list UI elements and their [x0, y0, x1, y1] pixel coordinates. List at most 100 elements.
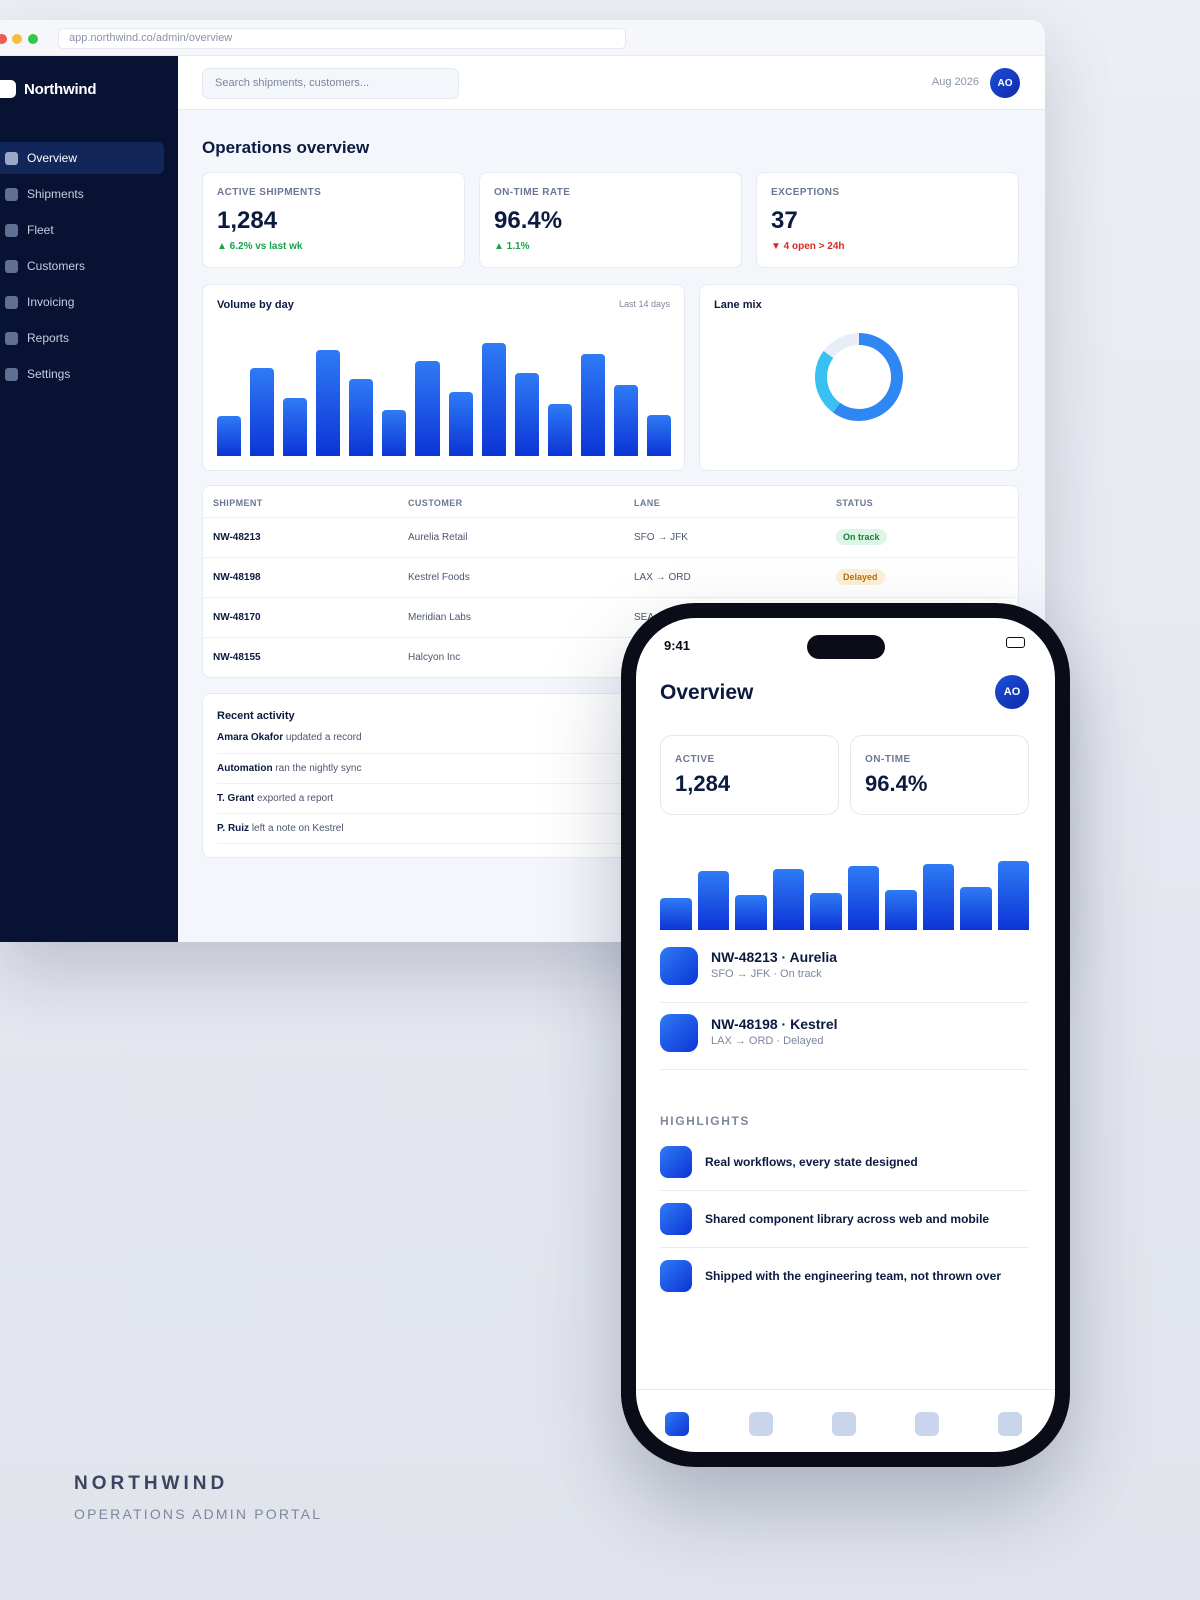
chart-bar	[660, 898, 692, 930]
lane: SFO → JFK	[634, 532, 688, 543]
kpi-delta: ▼ 4 open > 24h	[771, 241, 845, 252]
chart-bar	[697, 870, 729, 930]
activity-item[interactable]: Amara Okafor updated a record	[217, 724, 637, 754]
activity-action: ran the nightly sync	[275, 763, 362, 774]
tab-bar	[636, 1389, 1055, 1452]
overview-icon	[5, 151, 18, 165]
sidebar-item-settings[interactable]: Settings	[0, 358, 164, 390]
avatar[interactable]: AO	[995, 675, 1029, 709]
chart-bar	[735, 895, 767, 930]
sidebar-item-label: Overview	[27, 151, 78, 165]
chart-bar	[922, 864, 954, 930]
kpi-label: ACTIVE SHIPMENTS	[217, 187, 322, 198]
kpi-label: ON-TIME	[865, 754, 911, 765]
phone-bar-chart	[660, 856, 1029, 930]
chart-bar	[415, 361, 440, 456]
lane-mix-card: Lane mix	[699, 284, 1019, 471]
sidebar-item-fleet[interactable]: Fleet	[0, 214, 164, 246]
highlight-text: Shipped with the engineering team, not t…	[705, 1269, 1002, 1283]
shipment-id: NW-48213	[213, 532, 261, 543]
customer-name: Meridian Labs	[408, 612, 471, 623]
chart-title: Lane mix	[714, 299, 762, 311]
chart-bar	[349, 379, 374, 456]
activity-item[interactable]: P. Ruiz left a note on Kestrel	[217, 814, 637, 844]
activity-item[interactable]: Automation ran the nightly sync	[217, 754, 637, 784]
highlight-text: Real workflows, every state designed	[705, 1155, 918, 1169]
chart-bar	[810, 893, 842, 930]
column-header-customer[interactable]: CUSTOMER	[408, 498, 463, 508]
close-window-button[interactable]	[0, 34, 7, 44]
shipment-id: NW-48170	[213, 612, 261, 623]
tab-home-icon[interactable]	[665, 1412, 689, 1436]
kpi-label: ACTIVE	[675, 754, 715, 765]
chart-bar	[772, 868, 804, 930]
table-header: SHIPMENT CUSTOMER LANE STATUS	[203, 486, 1018, 518]
kpi-value: 96.4%	[494, 207, 563, 234]
column-header-lane[interactable]: LANE	[634, 498, 660, 508]
activity-actor: Amara Okafor	[217, 732, 284, 743]
kpi-card-active-shipments: ACTIVE SHIPMENTS 1,284 ▲ 6.2% vs last wk	[202, 172, 465, 268]
topbar: Search shipments, customers... Aug 2026 …	[178, 56, 1045, 110]
kpi-label: EXCEPTIONS	[771, 187, 840, 198]
highlight-icon	[660, 1146, 692, 1178]
activity-item[interactable]: T. Grant exported a report	[217, 784, 637, 814]
sidebar-item-shipments[interactable]: Shipments	[0, 178, 164, 210]
activity-actor: T. Grant	[217, 793, 255, 804]
activity-actor: Automation	[217, 763, 273, 774]
sidebar-item-label: Fleet	[27, 223, 54, 237]
kpi-value: 1,284	[675, 771, 731, 796]
chart-bar	[316, 350, 341, 456]
fleet-icon	[5, 223, 18, 237]
lane-mix-donut	[815, 333, 903, 421]
reports-icon	[5, 331, 18, 345]
chart-bar	[250, 368, 275, 456]
phone-kpi-on-time: ON-TIME 96.4%	[850, 735, 1029, 815]
list-item[interactable]: NW-48213 · Aurelia SFO → JFK · On track	[660, 936, 1029, 1003]
column-header-shipment[interactable]: SHIPMENT	[213, 498, 263, 508]
activity-action: left a note on Kestrel	[251, 823, 344, 834]
tab-settings-icon[interactable]	[998, 1412, 1022, 1436]
search-input[interactable]: Search shipments, customers...	[202, 68, 459, 99]
brand[interactable]: Northwind	[0, 80, 97, 98]
chart-bar	[217, 416, 242, 456]
kpi-delta: ▲ 6.2% vs last wk	[217, 241, 303, 252]
minimize-window-button[interactable]	[12, 34, 22, 44]
browser-chrome: app.northwind.co/admin/overview	[0, 20, 1045, 56]
avatar[interactable]: AO	[990, 68, 1020, 98]
customer-name: Halcyon Inc	[408, 652, 461, 663]
phone-screen: 9:41 Overview AO ACTIVE 1,284 ON-TIME 96…	[636, 618, 1055, 1452]
list-item[interactable]: NW-48198 · Kestrel LAX → ORD · Delayed	[660, 1003, 1029, 1070]
chart-bar	[448, 392, 473, 456]
activity-title: Recent activity	[217, 710, 295, 722]
address-bar[interactable]: app.northwind.co/admin/overview	[58, 28, 626, 49]
highlight-item: Shared component library across web and …	[660, 1191, 1029, 1248]
sidebar: Northwind Overview Shipments Fleet Custo…	[0, 56, 178, 942]
brand-name: Northwind	[24, 80, 97, 98]
column-header-status[interactable]: STATUS	[836, 498, 873, 508]
maximize-window-button[interactable]	[28, 34, 38, 44]
logo-icon	[0, 80, 16, 98]
sidebar-item-overview[interactable]: Overview	[0, 142, 164, 174]
sidebar-item-invoicing[interactable]: Invoicing	[0, 286, 164, 318]
phone-page-title: Overview	[660, 681, 754, 704]
table-row[interactable]: NW-48198 Kestrel Foods LAX → ORD Delayed	[203, 558, 1018, 598]
highlight-icon	[660, 1260, 692, 1292]
chart-bar	[613, 385, 639, 456]
sidebar-item-label: Customers	[27, 259, 86, 273]
dynamic-island	[807, 635, 885, 659]
highlight-item: Shipped with the engineering team, not t…	[660, 1248, 1029, 1305]
chart-range-label[interactable]: Last 14 days	[619, 299, 670, 309]
tab-reports-icon[interactable]	[915, 1412, 939, 1436]
kpi-value: 37	[771, 207, 798, 234]
tab-shipments-icon[interactable]	[749, 1412, 773, 1436]
tab-fleet-icon[interactable]	[832, 1412, 856, 1436]
customer-name: Kestrel Foods	[408, 572, 470, 583]
volume-bars	[217, 336, 672, 456]
table-row[interactable]: NW-48213 Aurelia Retail SFO → JFK On tra…	[203, 518, 1018, 558]
kpi-value: 1,284	[217, 207, 278, 234]
kpi-label: ON-TIME RATE	[494, 187, 571, 198]
chart-bar	[382, 410, 407, 456]
chart-bar	[547, 404, 572, 456]
sidebar-item-reports[interactable]: Reports	[0, 322, 164, 354]
sidebar-item-customers[interactable]: Customers	[0, 250, 164, 282]
